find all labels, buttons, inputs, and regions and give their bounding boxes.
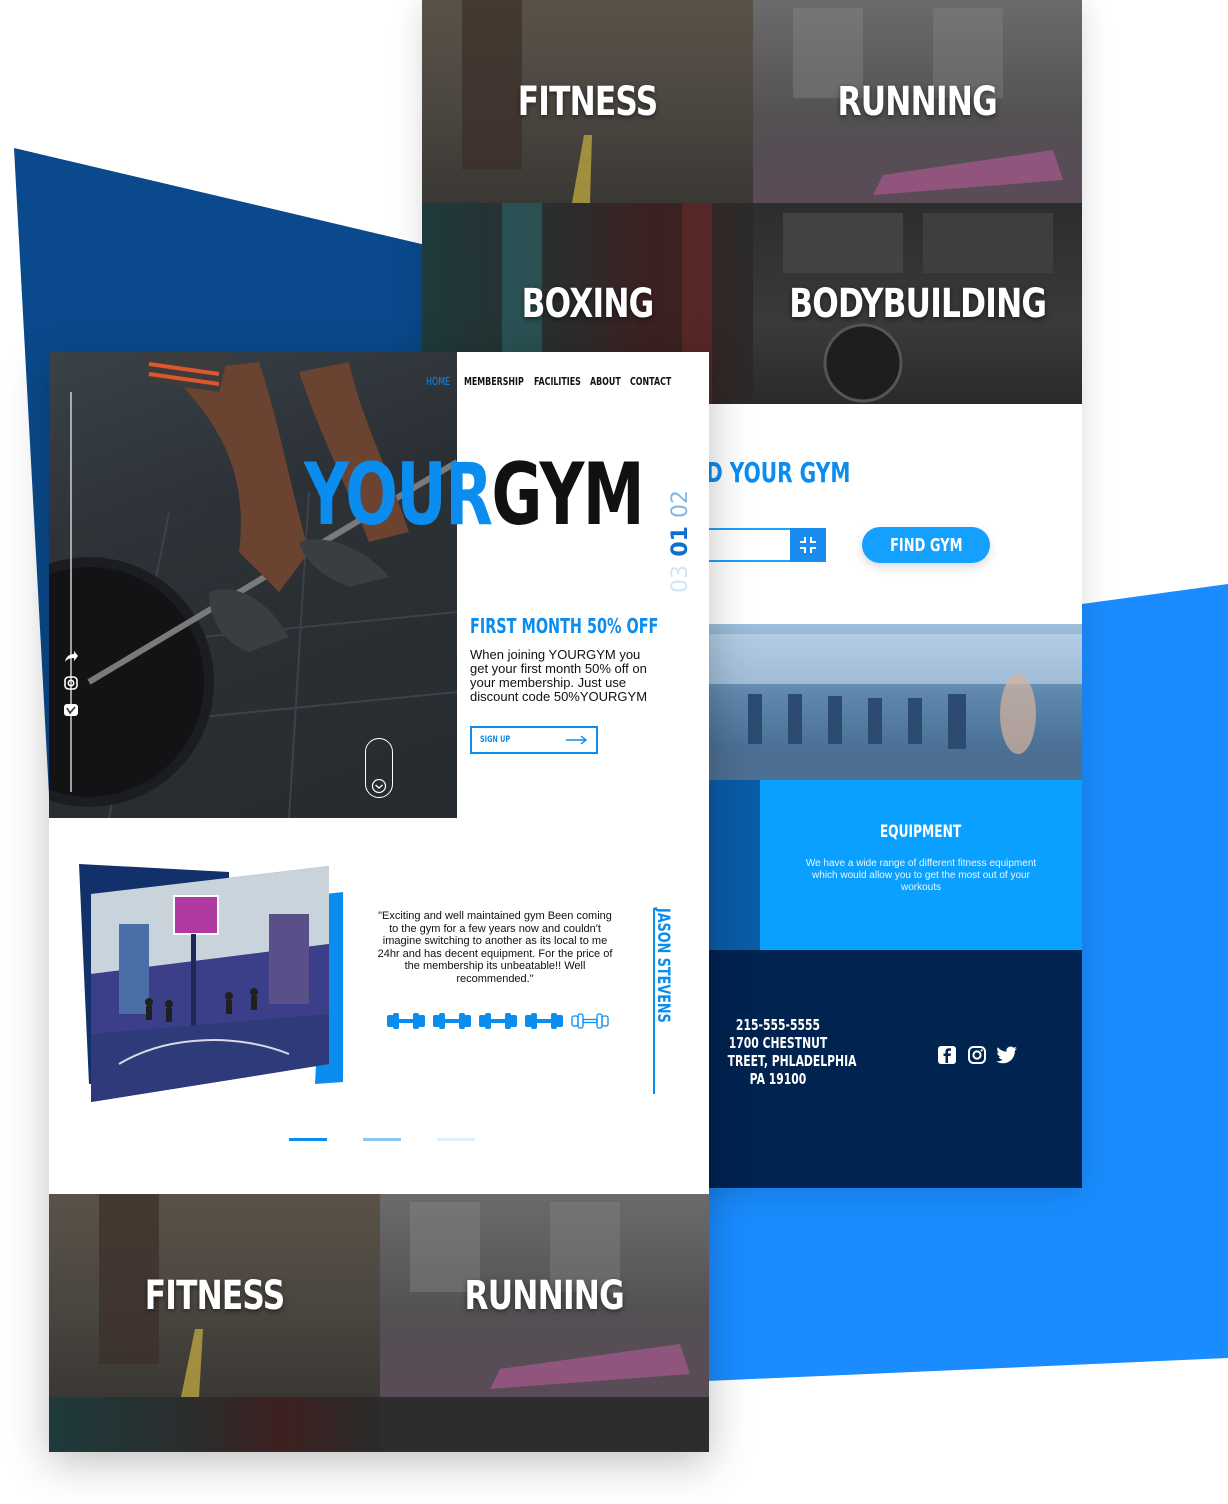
- footer-phone[interactable]: 215-555-5555: [728, 1016, 829, 1034]
- find-gym-button[interactable]: FIND GYM: [862, 527, 990, 563]
- front-page-mockup: HOME MEMBERSHIP FACILITIES ABOUT CONTACT…: [49, 352, 709, 1452]
- share-icon[interactable]: [63, 648, 79, 669]
- footer-address-line2: TREET, PHLADELPHIA: [727, 1052, 857, 1070]
- footer-address-line1: 1700 CHESTNUT: [728, 1034, 828, 1052]
- gym-interior-image: [708, 624, 1082, 780]
- slide-number[interactable]: 02: [667, 490, 695, 518]
- testimonial-author-block: JASON STEVENS: [649, 908, 679, 1094]
- testimonial-quote: "Exciting and well maintained gym Been c…: [377, 910, 613, 985]
- testimonial-author: JASON STEVENS: [653, 908, 673, 1023]
- nav-home[interactable]: HOME: [426, 375, 450, 388]
- find-gym-input[interactable]: [702, 528, 792, 562]
- nav-contact[interactable]: CONTACT: [630, 375, 671, 388]
- dumbbell-icon-filled: [433, 1013, 471, 1029]
- instagram-icon[interactable]: [63, 675, 79, 696]
- tile-running[interactable]: RUNNING: [753, 0, 1082, 203]
- chevron-down-icon: [371, 779, 387, 793]
- tile-running[interactable]: RUNNING: [380, 1194, 709, 1397]
- tile-bodybuilding[interactable]: BODYBUILDING: [753, 203, 1082, 404]
- hero-social-icons: [63, 648, 79, 723]
- athlete-barbell-decoration: [49, 352, 457, 818]
- tile-bodybuilding-partial[interactable]: [380, 1397, 709, 1452]
- footer-social-links: [936, 1044, 1018, 1066]
- pager-dot[interactable]: [363, 1138, 401, 1141]
- compress-icon[interactable]: [790, 528, 826, 562]
- slide-number-active[interactable]: 01: [667, 526, 695, 557]
- author-divider: [653, 908, 655, 1094]
- tile-label: BODYBUILDING: [789, 280, 1047, 327]
- dumbbell-icon-outline: [571, 1013, 609, 1029]
- nav-facilities[interactable]: FACILITIES: [534, 375, 581, 388]
- vimeo-icon[interactable]: [63, 702, 79, 723]
- arrow-right-icon: [566, 735, 588, 745]
- equipment-panel: EQUIPMENT We have a wide range of differ…: [760, 780, 1082, 950]
- scroll-down-button[interactable]: [365, 738, 393, 798]
- tile-label: FITNESS: [517, 78, 658, 125]
- nav-about[interactable]: ABOUT: [590, 375, 621, 388]
- equipment-text: We have a wide range of different fitnes…: [805, 858, 1037, 893]
- twitter-icon[interactable]: [996, 1044, 1018, 1066]
- footer-address-line3: PA 19100: [749, 1070, 807, 1088]
- pager-dot[interactable]: [437, 1138, 475, 1141]
- find-gym-button-label: FIND GYM: [889, 534, 963, 556]
- equipment-side-strip: [708, 780, 760, 950]
- tile-label: BOXING: [521, 280, 655, 327]
- tile-label: RUNNING: [464, 1272, 625, 1319]
- tile-fitness[interactable]: FITNESS: [422, 0, 753, 203]
- gym-equipment-decoration: [708, 634, 1082, 780]
- tile-fitness[interactable]: FITNESS: [49, 1194, 380, 1397]
- promo-title: FIRST MONTH 50% OFF: [470, 614, 659, 638]
- hero-title: YOURGYM: [304, 452, 645, 538]
- hero-title-your: YOUR: [304, 445, 493, 545]
- nav-membership[interactable]: MEMBERSHIP: [464, 375, 524, 388]
- equipment-title: EQUIPMENT: [880, 822, 962, 842]
- signup-button[interactable]: SIGN UP: [470, 726, 598, 754]
- hero-title-gym: GYM: [491, 445, 644, 545]
- instagram-icon[interactable]: [966, 1044, 988, 1066]
- testimonial-pager: [289, 1138, 475, 1141]
- slide-indicator: 02 01 03: [667, 490, 695, 601]
- footer-contact: 215-555-5555 1700 CHESTNUT TREET, PHLADE…: [708, 1016, 857, 1088]
- facebook-icon[interactable]: [936, 1044, 958, 1066]
- rating-dumbbells: [387, 1012, 609, 1030]
- slide-number[interactable]: 03: [667, 565, 695, 593]
- basketball-court-image: [79, 864, 343, 1102]
- signup-label: SIGN UP: [480, 735, 511, 745]
- dumbbell-icon-filled: [387, 1013, 425, 1029]
- tile-label: RUNNING: [837, 78, 998, 125]
- footer-panel: 215-555-5555 1700 CHESTNUT TREET, PHLADE…: [708, 950, 1082, 1188]
- tile-boxing-partial[interactable]: [49, 1397, 380, 1452]
- hero-image: [49, 352, 457, 818]
- dumbbell-icon-filled: [479, 1013, 517, 1029]
- pager-dot-active[interactable]: [289, 1138, 327, 1141]
- dumbbell-icon-filled: [525, 1013, 563, 1029]
- find-gym-title: D YOUR GYM: [706, 456, 851, 489]
- main-nav: HOME MEMBERSHIP FACILITIES ABOUT CONTACT: [426, 372, 671, 390]
- tile-label: FITNESS: [144, 1272, 285, 1319]
- promo-text: When joining YOURGYM you get your first …: [470, 647, 648, 704]
